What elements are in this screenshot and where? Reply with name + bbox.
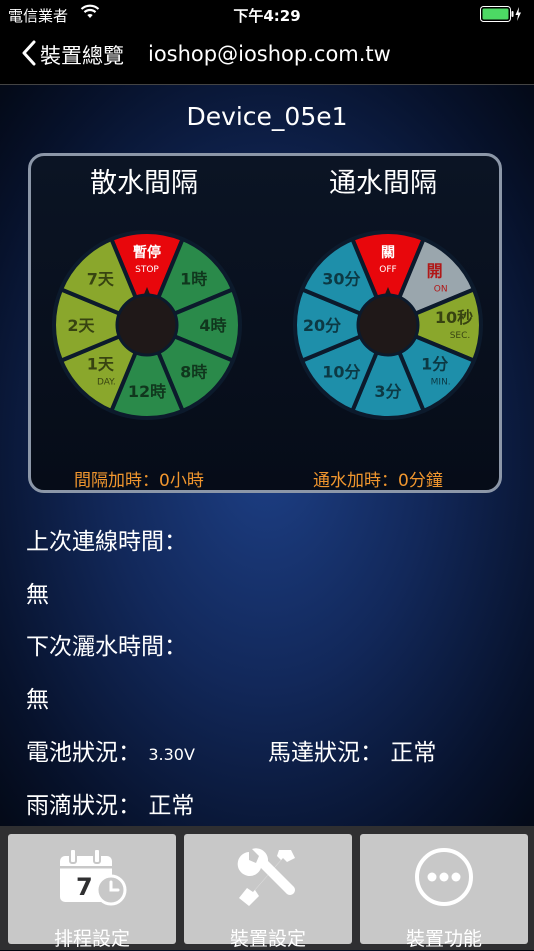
account-title: ioshop@ioshop.com.tw [148,42,391,66]
dial-segment-label: 1時 [180,269,207,288]
dial-knob[interactable] [356,293,420,357]
last-connect-value: 無 [26,582,49,608]
schedule-settings-button[interactable]: 7 排程設定 [8,834,176,950]
rain-status-value: 正常 [148,793,195,819]
battery-icon [480,6,522,26]
dial-segment-label: 1天 [87,355,115,374]
motor-status: 馬達狀況： 正常 [268,733,436,767]
schedule-settings-label: 排程設定 [53,928,130,950]
back-button-label: 裝置總覽 [40,44,124,68]
sprinkle-interval-title: 散水間隔 [90,168,198,199]
device-functions-label: 裝置功能 [405,928,482,950]
motor-status-label: 馬達狀況： [268,740,383,766]
dial-knob[interactable] [115,293,179,357]
tools-icon [235,846,301,912]
device-settings-button[interactable]: 裝置設定 [184,834,352,950]
device-settings-label: 裝置設定 [229,928,306,950]
dial-segment-label: 10秒 [435,308,473,327]
battery-status-label: 電池狀況： [26,740,141,766]
dial-segment-label: 30分 [322,269,360,288]
dial-segment-sublabel: ON [434,284,448,294]
more-options-icon [413,846,475,912]
water-interval-title: 通水間隔 [329,168,437,199]
motor-status-value: 正常 [390,740,437,766]
next-water-label: 下次灑水時間： [26,634,187,660]
dial-segment-label: 7天 [87,269,115,288]
back-button[interactable]: 裝置總覽 [22,38,124,72]
dial-segment-sublabel: MIN. [431,378,451,388]
dial-segment-label: 10分 [322,363,360,382]
dial-segment-label: 關 [381,245,395,261]
navigation-bar: 裝置總覽 ioshop@ioshop.com.tw [0,28,534,85]
dial-segment-label: 暫停 [133,244,161,261]
dial-segment-label: 開 [427,261,443,280]
bottom-toolbar: 7 排程設定 裝置設定 裝置功能 [0,826,534,950]
next-water-value: 無 [26,687,49,713]
status-bar: 電信業者 下午4:29 [0,0,534,28]
status-time: 下午4:29 [233,7,301,25]
device-functions-button[interactable]: 裝置功能 [360,834,528,950]
dial-segment-sublabel: DAY. [97,378,116,388]
sprinkle-interval-dial[interactable]: 暫停 STOP 1時 4時 8時 12時 1天 DAY. 2天 7天 [52,230,242,420]
rain-status: 雨滴狀況： 正常 [26,786,194,820]
last-connect-label: 上次連線時間： [26,529,187,555]
interval-extra-time: 間隔加時：0小時 [74,471,204,491]
dial-segment-sublabel: SEC. [450,331,471,341]
dial-panel: 散水間隔 通水間隔 暫停 STOP 1時 4時 8時 12時 1天 DAY. 2天 7天 關 OFF… [28,153,502,493]
dial-segment-sublabel: OFF [379,265,396,275]
dial-segment-label: 3分 [374,382,401,401]
rain-status-label: 雨滴狀況： [26,793,141,819]
dial-segment-label: 4時 [199,316,226,335]
battery-status: 電池狀況： 3.30V [26,733,195,767]
water-interval-dial[interactable]: 關 OFF 開 ON 10秒 SEC. 1分 MIN. 3分 10分 20分 30分 [293,230,483,420]
dial-segment-label: 8時 [180,363,207,382]
dial-segment-label: 20分 [303,316,341,335]
dial-segment-label: 12時 [128,382,166,401]
dial-segment-label: 2天 [67,316,95,335]
battery-status-value: 3.30V [148,745,195,764]
chevron-left-icon [22,40,36,70]
dial-segment-sublabel: STOP [135,265,159,275]
calendar-day-number: 7 [76,873,93,901]
dial-segment-label: 1分 [421,355,448,374]
water-extra-time: 通水加時：0分鐘 [313,471,443,491]
device-name: Device_05e1 [186,102,348,131]
calendar-clock-icon: 7 [56,846,128,912]
